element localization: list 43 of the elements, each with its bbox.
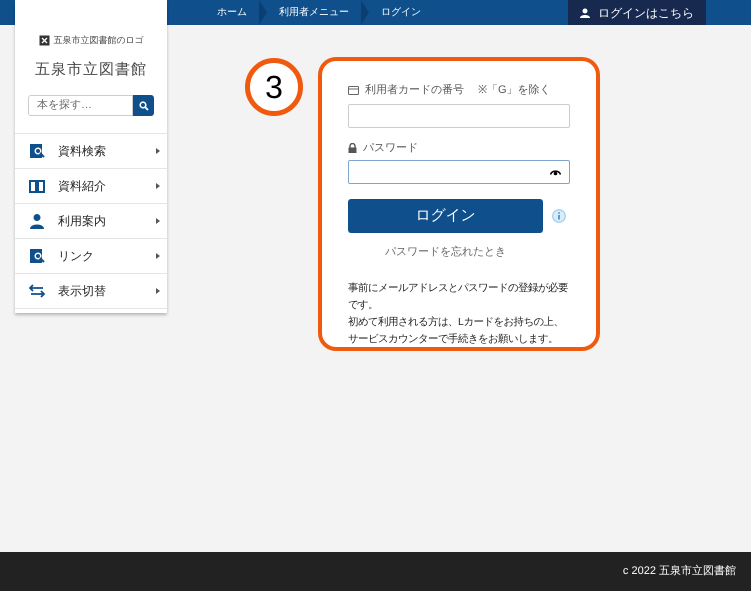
password-label: パスワード	[363, 140, 418, 156]
library-title: 五泉市立図書館	[34, 60, 148, 80]
notice-paragraph: 初めて利用される方は、Lカードをお持ちの上、サービスカウンターで手続きをお願いします。	[348, 315, 565, 347]
sidebar-menu-item[interactable]: 資料紹介	[15, 169, 167, 204]
breadcrumb-separator	[361, 0, 369, 25]
magnifier-document-icon	[29, 143, 45, 159]
breadcrumb-separator	[259, 0, 267, 25]
sidebar-menu-item[interactable]: 資料検索	[15, 134, 167, 169]
search-field[interactable]: 本を探す…	[28, 95, 133, 116]
magnifier-document-icon	[29, 248, 45, 264]
sidebar-menu-item[interactable]: リンク	[15, 239, 167, 274]
info-icon	[552, 209, 566, 223]
login-link-button[interactable]: ログインはこちら	[568, 0, 706, 25]
caret-icon	[156, 253, 160, 259]
notice-paragraph: 事前にメールアドレスとパスワードの登録が必要です。	[348, 281, 569, 313]
breadcrumb-link[interactable]: ログイン	[369, 5, 433, 20]
breadcrumb-link[interactable]: ホーム	[205, 5, 259, 20]
step-number-marker: 3	[245, 58, 303, 116]
broken-image-icon	[38, 35, 50, 46]
breadcrumb-link[interactable]: 利用者メニュー	[267, 5, 361, 20]
login-button[interactable]: ログイン	[348, 199, 543, 233]
sidebar-menu-item[interactable]: 表示切替	[15, 274, 167, 309]
logo-alt-text: 五泉市立図書館のロゴ	[54, 34, 144, 47]
swap-arrows-icon	[29, 283, 45, 299]
sidebar-menu-item[interactable]: 利用案内	[15, 204, 167, 239]
eye-icon	[550, 168, 561, 176]
person-icon	[29, 213, 45, 229]
copyright-text: c 2022 五泉市立図書館	[622, 564, 736, 580]
lock-icon	[348, 142, 357, 153]
search-icon	[138, 100, 148, 110]
forgot-password-link[interactable]: パスワードを忘れたとき	[385, 246, 506, 258]
card-icon	[348, 86, 359, 95]
card-number-field[interactable]	[348, 104, 570, 128]
person-icon	[580, 8, 590, 18]
caret-icon	[156, 183, 160, 189]
search-button[interactable]	[133, 95, 154, 116]
open-book-icon	[29, 178, 45, 194]
card-number-label: 利用者カードの番号	[365, 82, 464, 98]
caret-icon	[156, 288, 160, 294]
caret-icon	[156, 148, 160, 154]
caret-icon	[156, 218, 160, 224]
password-field[interactable]	[348, 160, 570, 184]
card-number-note: ※「G」を除く	[478, 83, 551, 98]
